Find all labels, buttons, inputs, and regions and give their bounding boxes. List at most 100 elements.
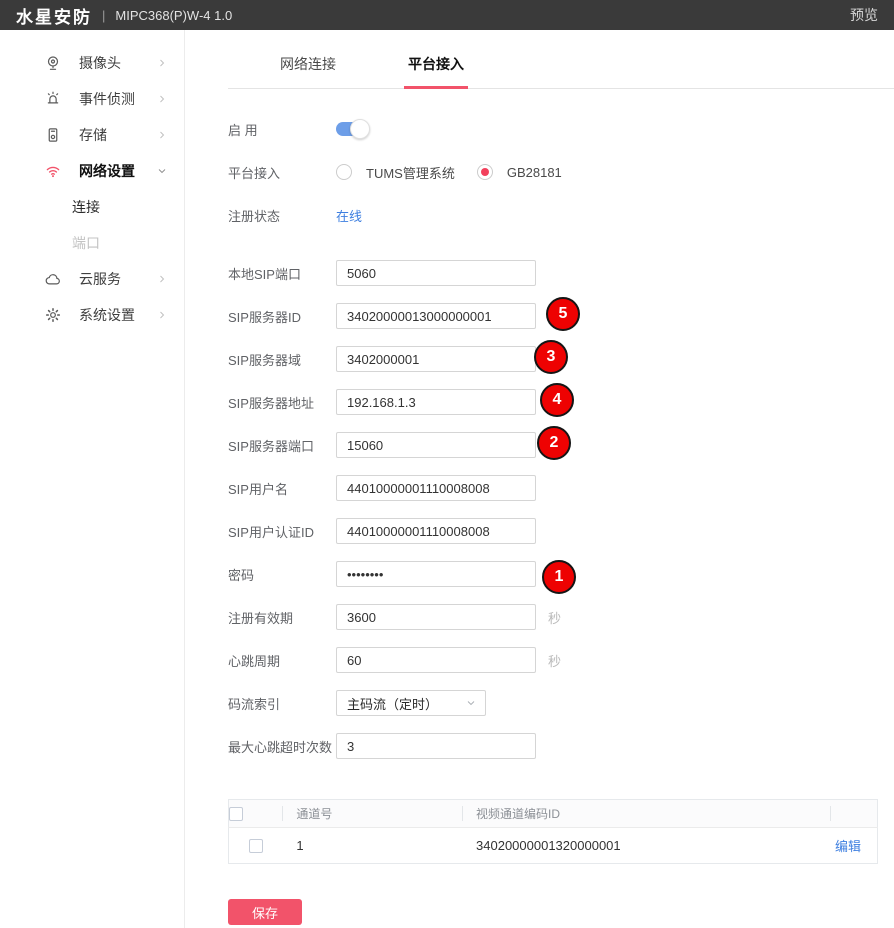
table-header-row: 通道号 视频通道编码ID — [229, 800, 878, 828]
sidebar-item-label: 摄像头 — [79, 53, 121, 73]
annotation-badge-5: 5 — [546, 297, 580, 331]
register-validity-input[interactable] — [336, 604, 536, 630]
sidebar-item-label: 存储 — [79, 125, 107, 145]
field-label: SIP服务器域 — [228, 350, 336, 369]
wifi-icon — [44, 162, 62, 180]
field-label: 最大心跳超时次数 — [228, 737, 336, 756]
form-row: SIP服务器端口 2 — [228, 432, 894, 458]
password-input[interactable] — [336, 561, 536, 587]
form-row: SIP用户名 — [228, 475, 894, 501]
row-checkbox[interactable] — [249, 839, 263, 853]
enable-toggle[interactable] — [336, 122, 366, 136]
field-label: SIP服务器地址 — [228, 393, 336, 412]
encoding-id-cell: 34020000001320000001 — [462, 828, 830, 864]
form-row: SIP服务器地址 4 — [228, 389, 894, 415]
radio-circle — [477, 164, 493, 180]
register-status-value: 在线 — [336, 206, 362, 225]
sidebar-item-network-settings[interactable]: 网络设置 — [0, 153, 184, 189]
heartbeat-period-input[interactable] — [336, 647, 536, 673]
field-label: 平台接入 — [228, 163, 336, 182]
field-label: 心跳周期 — [228, 651, 336, 670]
radio-label: GB28181 — [507, 165, 562, 180]
form-row: 最大心跳超时次数 — [228, 733, 894, 759]
form-row: SIP服务器ID 5 — [228, 303, 894, 329]
field-label: SIP用户认证ID — [228, 522, 336, 541]
select-all-checkbox[interactable] — [229, 807, 243, 821]
logo-divider: | — [102, 8, 105, 23]
sip-server-address-input[interactable] — [336, 389, 536, 415]
form-row: 心跳周期 秒 — [228, 647, 894, 673]
chevron-down-icon — [465, 697, 477, 709]
edit-link[interactable]: 编辑 — [835, 839, 861, 854]
field-label: 注册有效期 — [228, 608, 336, 627]
sidebar: 摄像头 事件侦测 存储 — [0, 30, 185, 928]
field-label: 注册状态 — [228, 206, 336, 225]
sidebar-item-cloud-service[interactable]: 云服务 — [0, 261, 184, 297]
form-row-platform: 平台接入 TUMS管理系统 GB28181 — [228, 159, 894, 185]
form-row-enable: 启 用 — [228, 116, 894, 142]
field-label: SIP用户名 — [228, 479, 336, 498]
preview-link[interactable]: 预览 — [850, 5, 878, 25]
chevron-right-icon — [156, 93, 168, 105]
sip-auth-id-input[interactable] — [336, 518, 536, 544]
chevron-right-icon — [156, 309, 168, 321]
chevron-right-icon — [156, 129, 168, 141]
radio-label: TUMS管理系统 — [366, 163, 455, 182]
sip-server-port-input[interactable] — [336, 432, 536, 458]
alarm-icon — [44, 90, 62, 108]
field-label: 本地SIP端口 — [228, 264, 336, 283]
radio-circle — [336, 164, 352, 180]
form-row: SIP服务器域 3 — [228, 346, 894, 372]
select-value: 主码流（定时） — [347, 694, 438, 713]
form-row-register-status: 注册状态 在线 — [228, 202, 894, 228]
sidebar-subitem-connection[interactable]: 连接 — [0, 189, 184, 225]
sip-server-id-input[interactable] — [336, 303, 536, 329]
brand-logo: 水星安防 — [16, 3, 92, 28]
column-header-channel: 通道号 — [282, 800, 462, 828]
form-row: 码流索引 主码流（定时） — [228, 690, 894, 716]
local-sip-port-input[interactable] — [336, 260, 536, 286]
tab-platform-access[interactable]: 平台接入 — [404, 54, 468, 89]
gear-icon — [44, 306, 62, 324]
sidebar-item-camera[interactable]: 摄像头 — [0, 45, 184, 81]
save-button[interactable]: 保存 — [228, 899, 302, 925]
column-header-encoding-id: 视频通道编码ID — [462, 800, 830, 828]
radio-tums[interactable]: TUMS管理系统 — [336, 163, 455, 182]
tab-network-connection[interactable]: 网络连接 — [276, 54, 340, 88]
tab-bar: 网络连接 平台接入 — [228, 30, 894, 89]
channel-table: 通道号 视频通道编码ID 1 34020000001320000001 编辑 — [228, 799, 878, 864]
chevron-right-icon — [156, 273, 168, 285]
sidebar-item-event-detection[interactable]: 事件侦测 — [0, 81, 184, 117]
sidebar-subitem-port[interactable]: 端口 — [0, 225, 184, 261]
platform-access-form: 启 用 平台接入 TUMS管理系统 GB28181 注册状态 在线 — [228, 89, 894, 925]
form-row: 密码 1 — [228, 561, 894, 587]
annotation-badge-3: 3 — [534, 340, 568, 374]
annotation-badge-2: 2 — [537, 426, 571, 460]
field-label: 码流索引 — [228, 694, 336, 713]
main-content: 网络连接 平台接入 启 用 平台接入 TUMS管理系统 GB28181 — [185, 30, 894, 928]
annotation-badge-1: 1 — [542, 560, 576, 594]
sidebar-item-label: 系统设置 — [79, 305, 135, 325]
stream-index-select[interactable]: 主码流（定时） — [336, 690, 486, 716]
sidebar-item-label: 事件侦测 — [79, 89, 135, 109]
sidebar-item-system-settings[interactable]: 系统设置 — [0, 297, 184, 333]
form-row: 本地SIP端口 — [228, 260, 894, 286]
sip-server-domain-input[interactable] — [336, 346, 536, 372]
field-label: 启 用 — [228, 120, 336, 139]
annotation-badge-4: 4 — [540, 383, 574, 417]
radio-gb28181[interactable]: GB28181 — [477, 164, 562, 180]
channel-number-cell: 1 — [282, 828, 462, 864]
sidebar-item-label: 云服务 — [79, 269, 121, 289]
sidebar-item-storage[interactable]: 存储 — [0, 117, 184, 153]
device-model: MIPC368(P)W-4 1.0 — [115, 8, 232, 23]
toggle-knob — [350, 119, 370, 139]
form-row: 注册有效期 秒 — [228, 604, 894, 630]
cloud-icon — [44, 270, 62, 288]
column-header-action — [830, 800, 878, 828]
max-heartbeat-timeout-input[interactable] — [336, 733, 536, 759]
unit-label: 秒 — [548, 608, 561, 627]
topbar: 水星安防 | MIPC368(P)W-4 1.0 预览 — [0, 0, 894, 30]
storage-icon — [44, 126, 62, 144]
sip-username-input[interactable] — [336, 475, 536, 501]
form-row: SIP用户认证ID — [228, 518, 894, 544]
